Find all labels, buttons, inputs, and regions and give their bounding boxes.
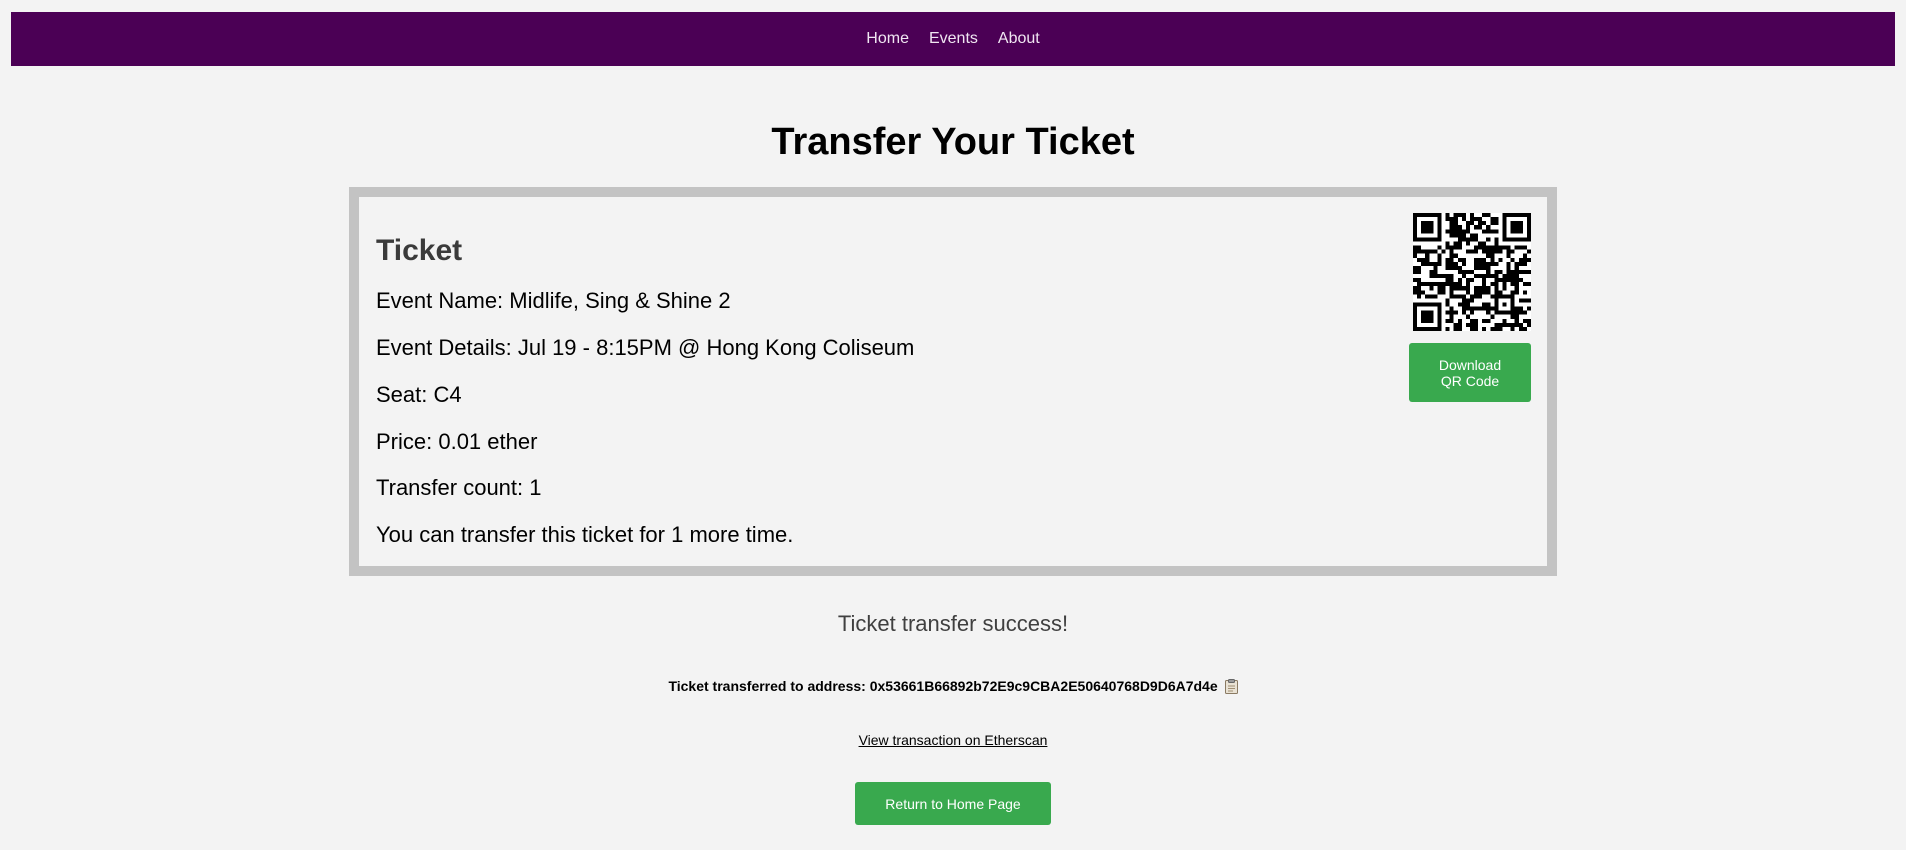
etherscan-link-wrap: View transaction on Etherscan bbox=[0, 732, 1906, 748]
ticket-price: Price: 0.01 ether bbox=[376, 429, 538, 454]
ticket-event-details: Event Details: Jul 19 - 8:15PM @ Hong Ko… bbox=[376, 335, 915, 360]
transfer-address-line: Ticket transferred to address: 0x53661B6… bbox=[0, 678, 1906, 694]
top-nav: Home Events About bbox=[11, 12, 1895, 66]
nav-events-link[interactable]: Events bbox=[929, 30, 978, 48]
ticket-card: Ticket Event Name: Midlife, Sing & Shine… bbox=[349, 187, 1557, 576]
ticket-event-name: Event Name: Midlife, Sing & Shine 2 bbox=[376, 288, 731, 313]
download-qr-button[interactable]: Download QR Code bbox=[1409, 343, 1531, 402]
etherscan-link[interactable]: View transaction on Etherscan bbox=[859, 732, 1048, 748]
nav-home-link[interactable]: Home bbox=[866, 30, 909, 48]
page-title: Transfer Your Ticket bbox=[771, 121, 1135, 163]
ticket-seat: Seat: C4 bbox=[376, 382, 462, 407]
clipboard-icon[interactable] bbox=[1224, 679, 1238, 694]
transfer-success-message: Ticket transfer success! bbox=[837, 611, 1069, 636]
nav-about-link[interactable]: About bbox=[998, 30, 1040, 48]
ticket-transfer-count: Transfer count: 1 bbox=[376, 475, 542, 500]
ticket-heading: Ticket bbox=[376, 234, 463, 267]
ticket-remaining-transfers: You can transfer this ticket for 1 more … bbox=[376, 522, 794, 547]
return-home-button[interactable]: Return to Home Page bbox=[855, 782, 1051, 825]
transfer-address-text: Ticket transferred to address: 0x53661B6… bbox=[668, 678, 1218, 694]
qr-code-icon bbox=[1413, 213, 1531, 331]
